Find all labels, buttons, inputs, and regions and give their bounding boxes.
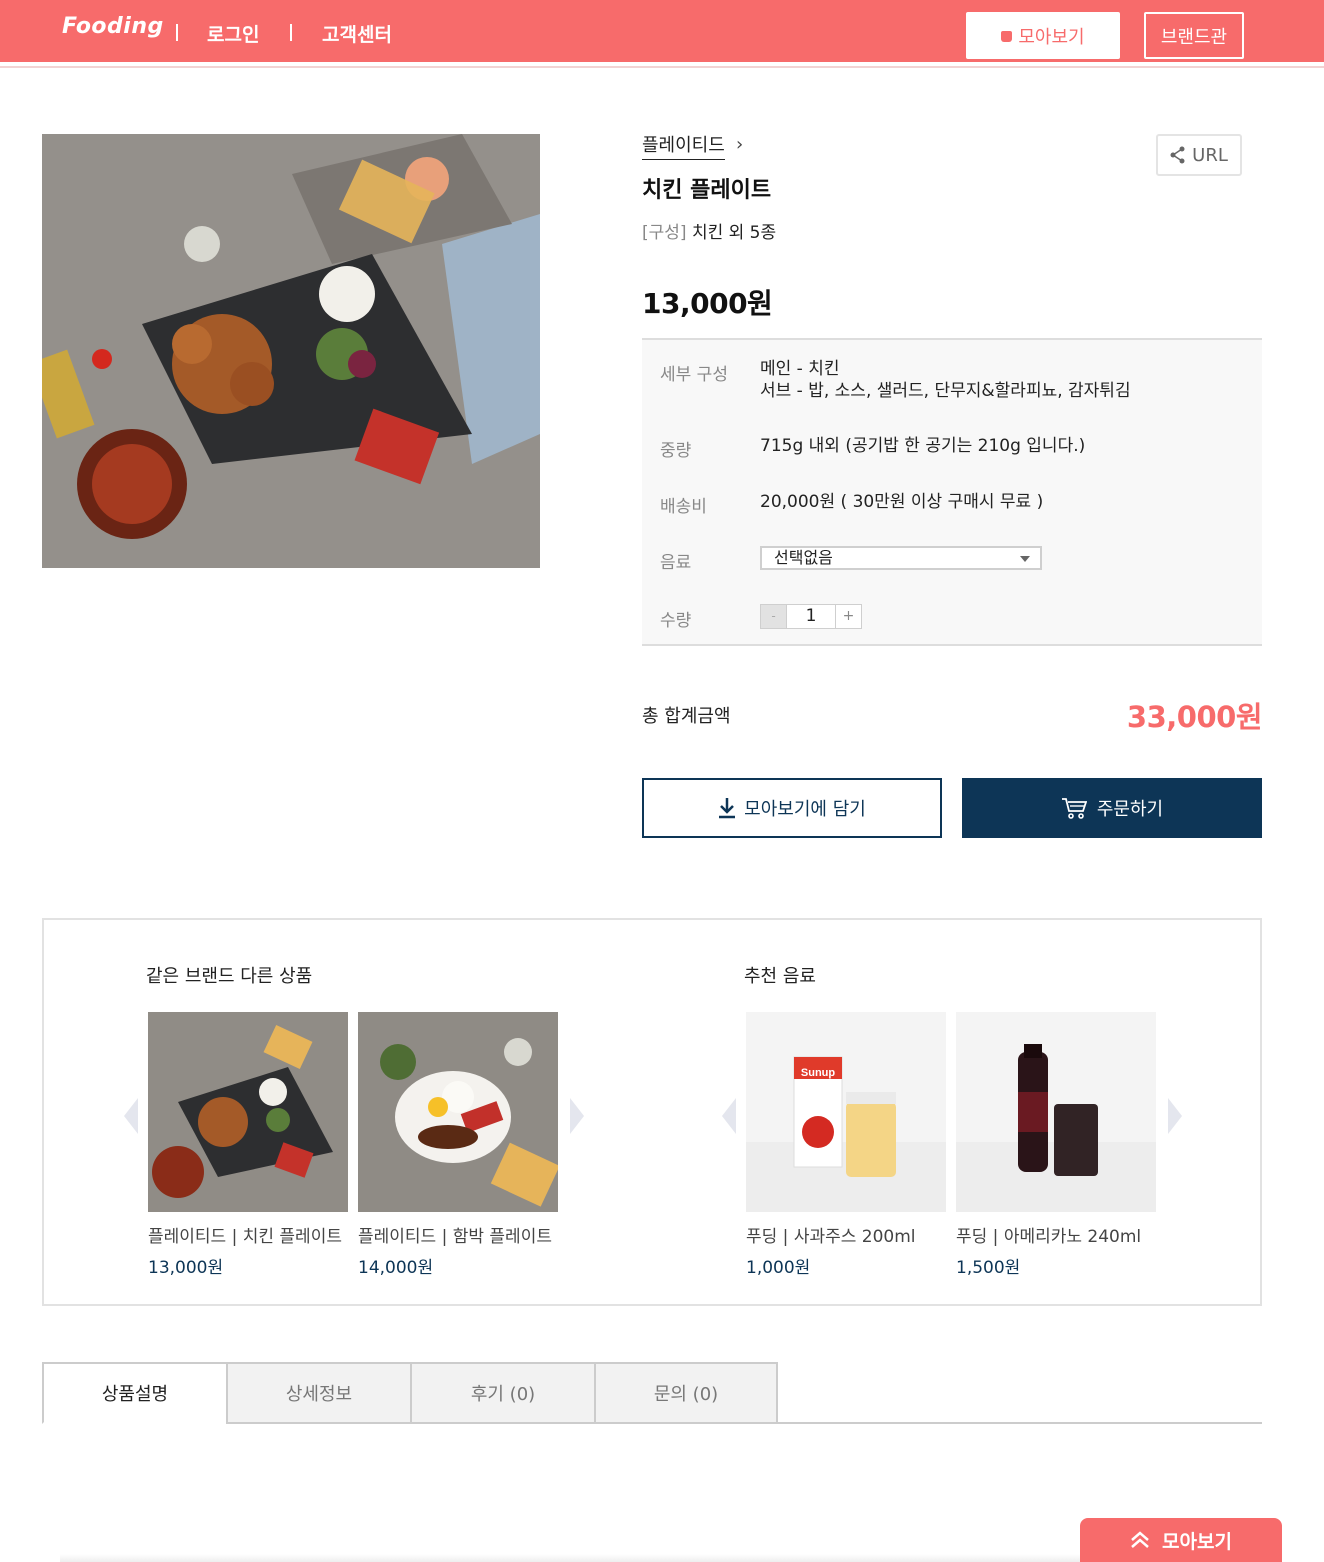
download-icon (719, 798, 736, 819)
juice-brand-label: Sunup (801, 1067, 835, 1079)
total-price: 33,000원 (1126, 700, 1263, 734)
rec-product-thumb (358, 1012, 558, 1212)
category-link[interactable]: 플레이티드 (642, 131, 725, 160)
nav-separator (290, 24, 292, 41)
share-icon (1170, 146, 1185, 164)
composition-summary: [구성] 치킨 외 5종 (642, 218, 776, 243)
composition-sub: 서브 - 밥, 소스, 샐러드, 단무지&할라피뇨, 감자튀김 (760, 381, 1131, 401)
drinks-title: 추천 음료 (744, 966, 816, 987)
tab-reviews[interactable]: 후기 (0) (410, 1362, 594, 1424)
rec-drink-price: 1,500원 (956, 1258, 1021, 1278)
detail-tabs: 상품설명 상세정보 후기 (0) 문의 (0) (42, 1362, 778, 1424)
url-share-button[interactable]: URL (1156, 134, 1242, 176)
logo[interactable]: Fooding (62, 14, 164, 39)
chevron-right-icon[interactable] (570, 1098, 584, 1134)
bottom-shadow (60, 1554, 1080, 1562)
top-bar-divider (0, 62, 1324, 68)
collect-button-label: 모아보기 (1018, 26, 1085, 48)
add-button-label: 모아보기에 담기 (744, 799, 866, 820)
url-button-label: URL (1192, 144, 1228, 166)
shipping-value: 20,000원 ( 30만원 이상 구매시 무료 ) (760, 492, 1044, 512)
brand-button[interactable]: 브랜드관 (1144, 12, 1244, 59)
quantity-stepper: - 1 + (760, 604, 862, 629)
rec-product-thumb (148, 1012, 348, 1212)
add-to-collection-button[interactable]: 모아보기에 담기 (642, 778, 942, 838)
shipping-label: 배송비 (660, 497, 707, 517)
same-brand-title: 같은 브랜드 다른 상품 (146, 966, 313, 987)
bag-icon (1001, 31, 1013, 42)
chevron-left-icon[interactable] (722, 1098, 736, 1134)
tab-details[interactable]: 상세정보 (226, 1362, 410, 1424)
product-price: 13,000원 (642, 287, 773, 320)
order-button-label: 주문하기 (1096, 799, 1164, 820)
quantity-value[interactable]: 1 (787, 605, 835, 628)
tab-underline (776, 1422, 1262, 1424)
login-link[interactable]: 로그인 (207, 20, 259, 47)
composition-label: 세부 구성 (660, 365, 728, 385)
cart-icon (1061, 798, 1087, 819)
composition-main: 메인 - 치킨 (760, 359, 840, 379)
total-label: 총 합계금액 (642, 706, 731, 727)
rec-drink-item[interactable]: 푸딩 | 아메리카노 240ml 1,500원 (956, 1012, 1156, 1278)
chevron-right-icon[interactable] (1168, 1098, 1182, 1134)
quantity-minus-button[interactable]: - (761, 605, 787, 628)
rec-drink-thumb (956, 1012, 1156, 1212)
product-detail-box: 세부 구성 메인 - 치킨 서브 - 밥, 소스, 샐러드, 단무지&할라피뇨,… (642, 338, 1262, 646)
weight-label: 중량 (660, 441, 692, 461)
rec-product-price: 13,000원 (148, 1258, 224, 1278)
drink-select[interactable]: 선택없음 (760, 546, 1042, 570)
composition-text: 치킨 외 5종 (691, 223, 777, 243)
top-bar (0, 0, 1324, 62)
product-image (42, 134, 540, 568)
chevron-left-icon[interactable] (124, 1098, 138, 1134)
nav-separator (176, 24, 178, 41)
floating-collect-button[interactable]: 모아보기 (1080, 1518, 1282, 1562)
rec-drink-name: 푸딩 | 아메리카노 240ml (956, 1227, 1142, 1247)
rec-product-item[interactable]: 플레이티드 | 함박 플레이트 14,000원 (358, 1012, 558, 1278)
rec-product-name: 플레이티드 | 함박 플레이트 (358, 1227, 552, 1247)
drink-label: 음료 (660, 553, 692, 573)
composition-tag: [구성] (642, 223, 687, 243)
tab-inquiry[interactable]: 문의 (0) (594, 1362, 778, 1424)
rec-product-price: 14,000원 (358, 1258, 434, 1278)
customer-center-link[interactable]: 고객센터 (322, 20, 392, 47)
collect-button[interactable]: 모아보기 (966, 12, 1120, 59)
floating-button-label: 모아보기 (1162, 1530, 1232, 1553)
weight-value: 715g 내외 (공기밥 한 공기는 210g 입니다.) (760, 436, 1086, 456)
order-button[interactable]: 주문하기 (962, 778, 1262, 838)
double-chevron-up-icon (1131, 1531, 1149, 1548)
rec-product-name: 플레이티드 | 치킨 플레이트 (148, 1227, 342, 1247)
rec-drink-name: 푸딩 | 사과주스 200ml (746, 1227, 916, 1247)
product-title: 치킨 플레이트 (642, 178, 772, 203)
quantity-plus-button[interactable]: + (835, 605, 861, 628)
rec-drink-thumb: Sunup (746, 1012, 946, 1212)
rec-product-item[interactable]: 플레이티드 | 치킨 플레이트 13,000원 (148, 1012, 348, 1278)
quantity-label: 수량 (660, 611, 692, 631)
recommendation-box: 같은 브랜드 다른 상품 추천 음료 플레이티드 | 치킨 플레이트 13,00… (42, 918, 1262, 1306)
tab-description[interactable]: 상품설명 (42, 1362, 226, 1424)
rec-drink-item[interactable]: Sunup 푸딩 | 사과주스 200ml 1,000원 (746, 1012, 946, 1278)
dropdown-caret-icon (1020, 556, 1030, 562)
drink-select-value: 선택없음 (774, 548, 833, 567)
rec-drink-price: 1,000원 (746, 1258, 811, 1278)
chevron-right-icon: › (736, 134, 744, 155)
